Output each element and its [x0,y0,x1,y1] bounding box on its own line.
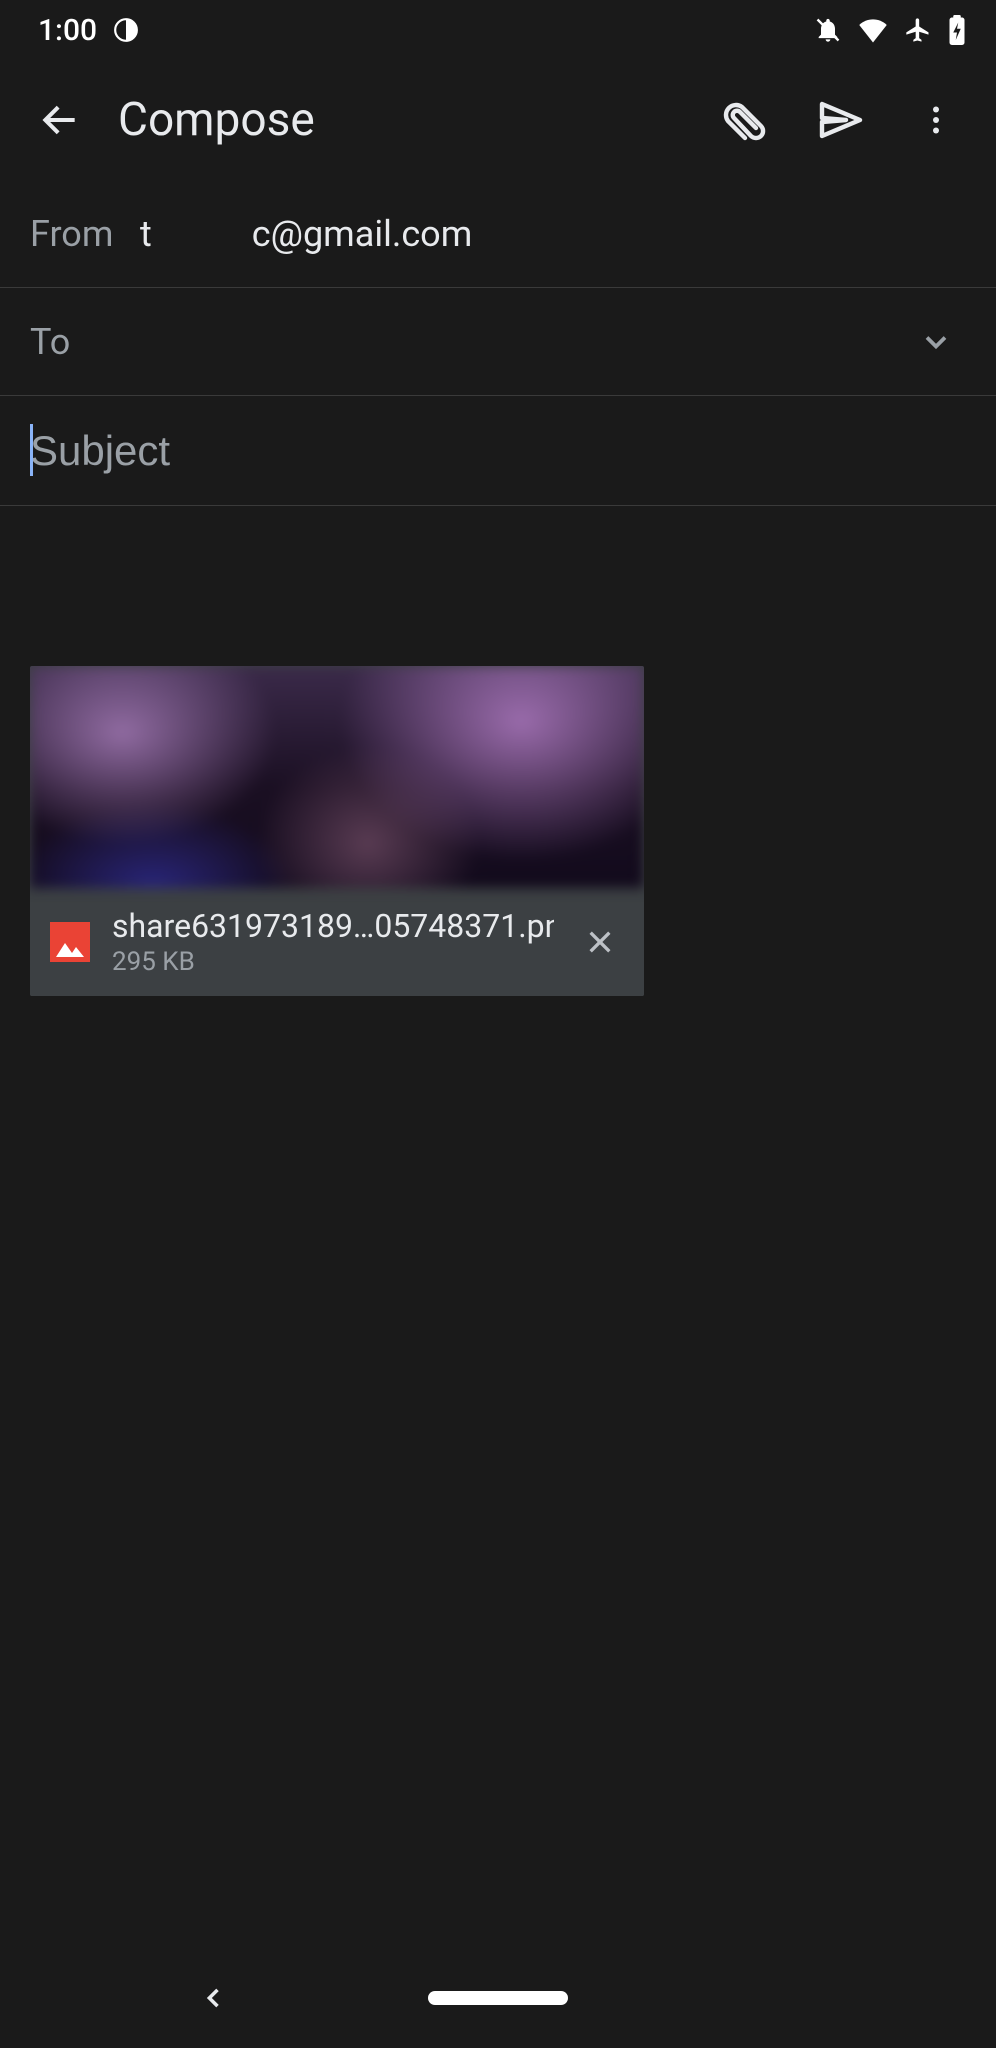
attachment-filename: share631973189…05748371.png [112,907,554,945]
from-value-right: c@gmail.com [252,213,472,255]
dnd-off-icon [814,16,842,44]
more-options-button[interactable] [888,72,984,168]
app-indicator-icon [113,17,139,43]
back-button[interactable] [12,72,108,168]
attachment-text: share631973189…05748371.png 295 KB [112,907,554,977]
from-values: t c@gmail.com [140,213,472,255]
battery-charging-icon [948,15,966,45]
attach-button[interactable] [696,72,792,168]
to-input[interactable] [110,321,906,363]
app-bar: Compose [0,60,996,180]
send-button[interactable] [792,72,888,168]
attachment-preview-image [30,666,644,888]
status-bar-left: 1:00 [38,13,139,48]
from-label: From [30,213,140,255]
attachment-info-bar: share631973189…05748371.png 295 KB [30,888,644,996]
system-back-button[interactable] [200,1984,228,2012]
expand-recipients-button[interactable] [906,312,966,372]
attachment-card[interactable]: share631973189…05748371.png 295 KB [30,666,644,996]
from-value-left: t [140,213,152,255]
remove-attachment-button[interactable] [576,918,624,966]
subject-input[interactable] [30,425,966,477]
attachment-filesize: 295 KB [112,947,554,977]
image-filetype-icon [50,922,90,962]
wifi-icon [858,17,888,43]
system-home-pill[interactable] [428,1991,568,2005]
from-row[interactable]: From t c@gmail.com [0,180,996,288]
text-cursor [30,424,33,476]
subject-row [0,396,996,506]
system-nav-bar [0,1948,996,2048]
status-time: 1:00 [38,13,97,48]
to-label: To [30,321,110,363]
status-bar: 1:00 [0,0,996,60]
to-row: To [0,288,996,396]
page-title: Compose [108,93,696,147]
compose-body[interactable]: share631973189…05748371.png 295 KB [0,506,996,1026]
status-bar-right [814,15,966,45]
airplane-mode-icon [904,16,932,44]
